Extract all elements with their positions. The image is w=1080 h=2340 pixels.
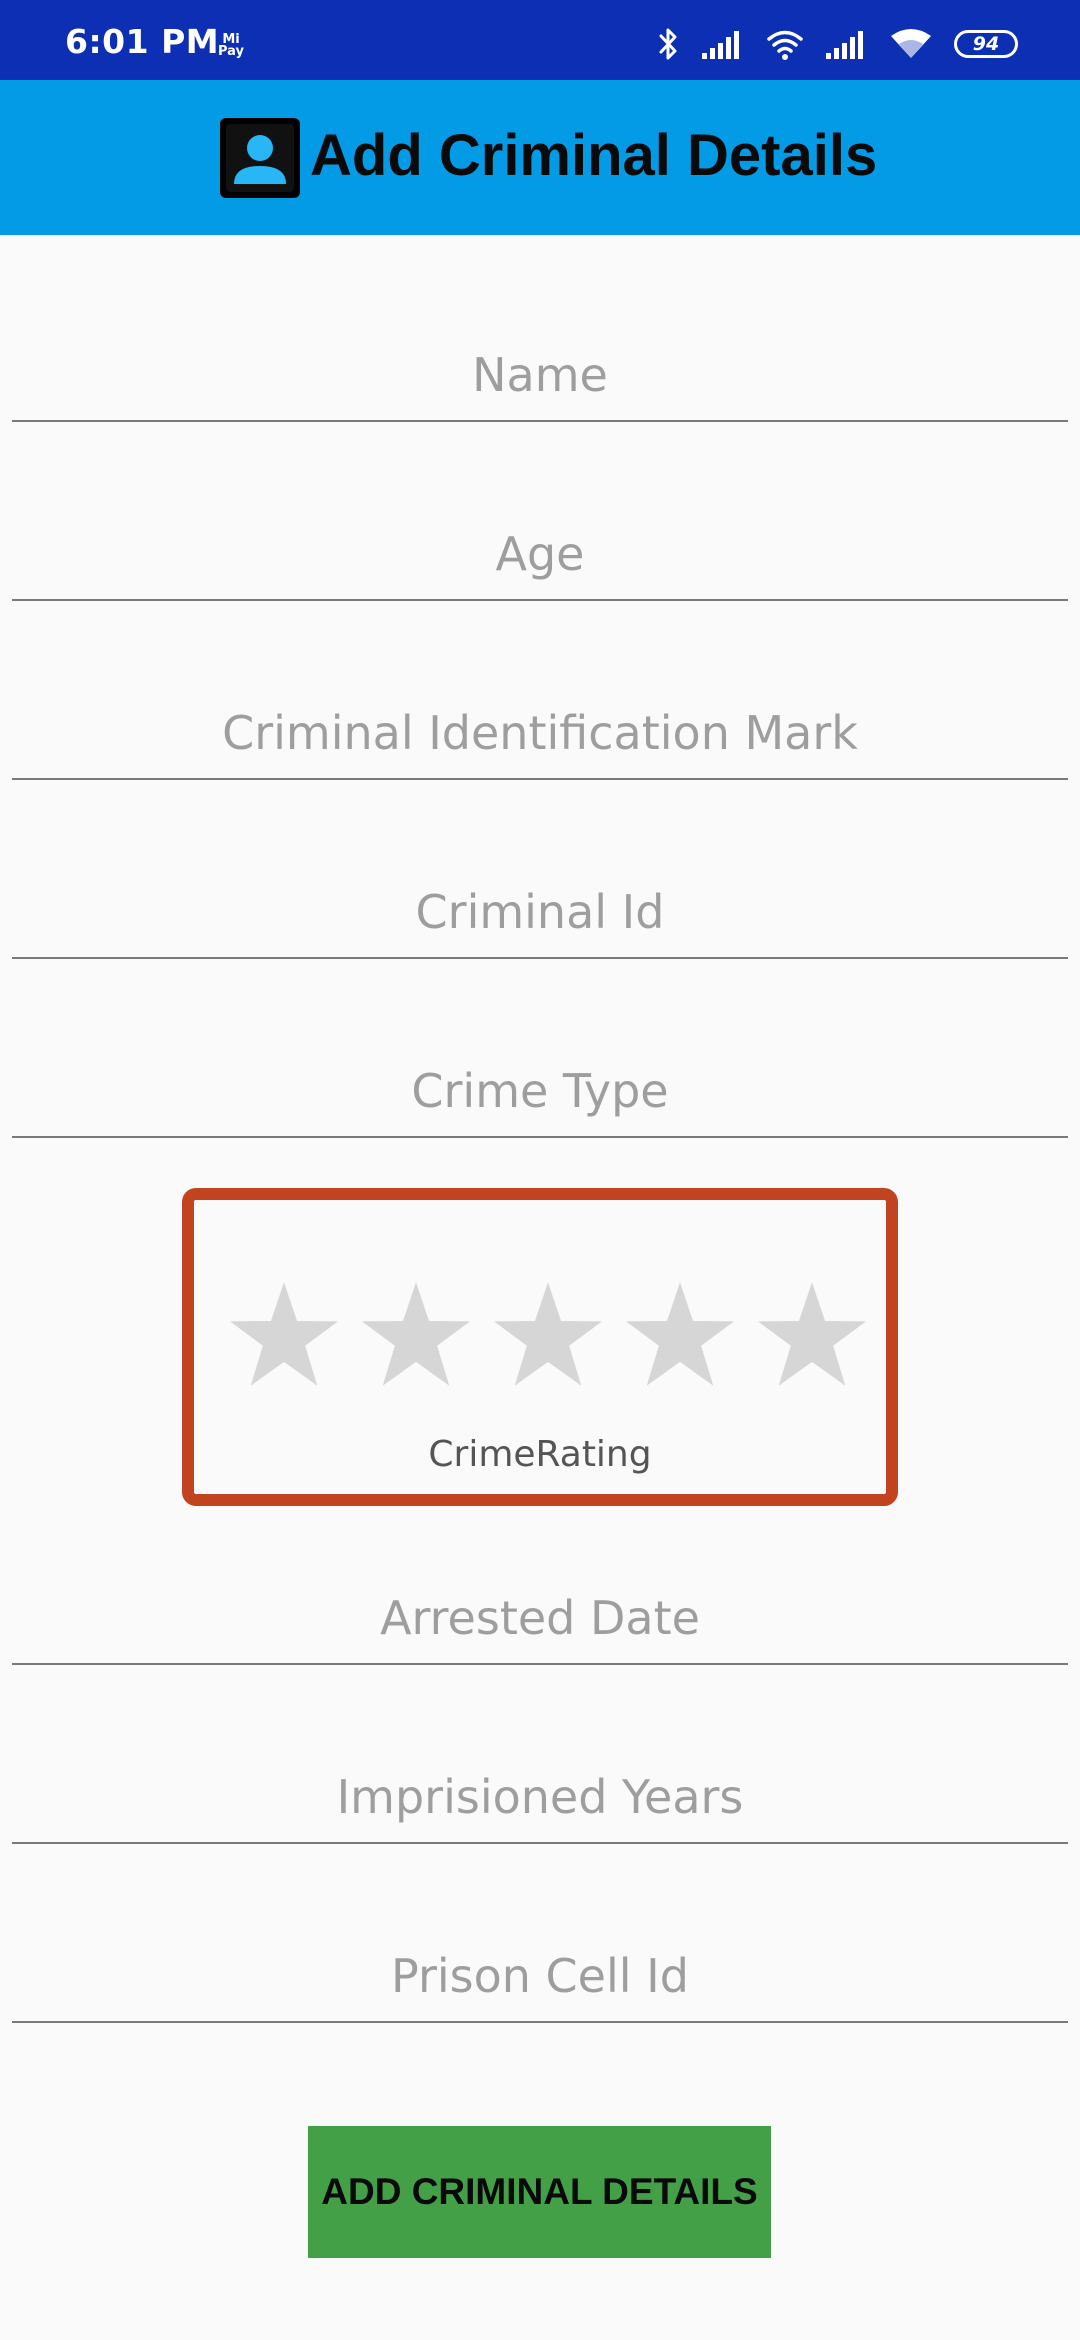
status-icons: 94 xyxy=(658,26,1018,62)
crime-rating-label: CrimeRating xyxy=(428,1434,652,1475)
star-icon[interactable] xyxy=(626,1282,734,1386)
star-icon[interactable] xyxy=(362,1282,470,1386)
signal-icon-2 xyxy=(826,31,863,59)
prison-cell-id-input[interactable] xyxy=(12,1949,1068,2003)
mipay-icon: Mi Pay xyxy=(218,33,245,59)
bluetooth-icon xyxy=(659,28,677,60)
page-title: Add Criminal Details xyxy=(310,123,878,188)
prison-cell-id-field-container xyxy=(12,1931,1068,2023)
person-avatar-icon xyxy=(220,118,300,198)
battery-level: 94 xyxy=(972,33,1000,55)
imprisoned-years-input[interactable] xyxy=(12,1770,1068,1824)
criminal-id-input[interactable] xyxy=(12,885,1068,939)
status-time: 6:01 PM xyxy=(65,22,220,61)
star-icon[interactable] xyxy=(494,1282,602,1386)
name-field-container xyxy=(12,330,1068,422)
arrested-date-input[interactable] xyxy=(12,1591,1068,1645)
identification-mark-input[interactable] xyxy=(12,706,1068,760)
imprisoned-years-field-container xyxy=(12,1752,1068,1844)
app-bar: Add Criminal Details xyxy=(0,80,1080,235)
crime-type-input[interactable] xyxy=(12,1064,1068,1118)
signal-icon-1 xyxy=(702,31,739,59)
wifi-icon xyxy=(891,29,931,58)
wifi-calling-icon xyxy=(767,30,803,60)
identification-mark-field-container xyxy=(12,688,1068,780)
star-icon[interactable] xyxy=(230,1282,338,1386)
status-bar: 6:01 PM Mi Pay 94 xyxy=(0,0,1080,80)
star-icon[interactable] xyxy=(758,1282,866,1386)
arrested-date-field-container xyxy=(12,1573,1068,1665)
age-field-container xyxy=(12,509,1068,601)
crime-type-field-container xyxy=(12,1046,1068,1138)
add-criminal-details-button[interactable]: ADD CRIMINAL DETAILS xyxy=(308,2126,771,2258)
mipay-icon-line2: Pay xyxy=(218,44,245,59)
name-input[interactable] xyxy=(12,348,1068,402)
battery-icon: 94 xyxy=(954,30,1018,58)
crime-rating-box: CrimeRating xyxy=(182,1188,898,1506)
age-input[interactable] xyxy=(12,527,1068,581)
criminal-id-field-container xyxy=(12,867,1068,959)
rating-bar[interactable] xyxy=(230,1282,866,1386)
